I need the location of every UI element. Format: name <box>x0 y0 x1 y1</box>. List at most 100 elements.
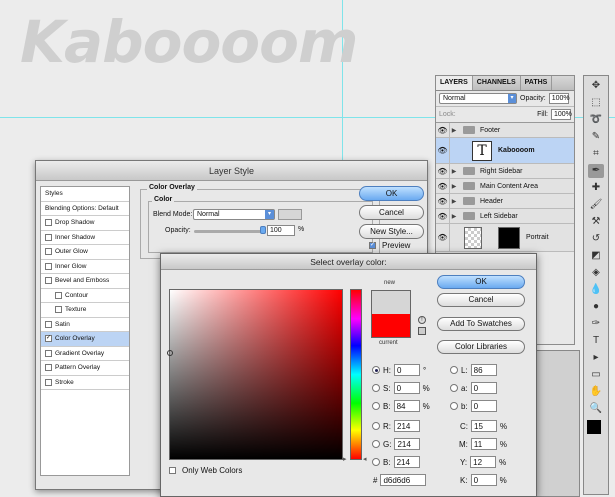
blur-tool-icon[interactable]: 💧 <box>588 283 604 297</box>
a-channel-input[interactable]: 0 <box>470 382 497 394</box>
disclosure-triangle-icon[interactable]: ▶ <box>450 183 458 190</box>
zoom-tool-icon[interactable]: 🔍 <box>588 402 604 416</box>
b-channel-radio[interactable] <box>450 402 458 410</box>
hex-input[interactable]: d6d6d6 <box>380 474 427 486</box>
tab-paths[interactable]: PATHS <box>521 76 553 90</box>
eye-icon[interactable]: 👁 <box>436 179 450 193</box>
layer-row[interactable]: 👁 ▶ Footer <box>436 123 574 138</box>
checkbox[interactable] <box>45 320 52 328</box>
hand-tool-icon[interactable]: ✋ <box>588 385 604 399</box>
preview-toggle[interactable]: ✓ Preview <box>369 241 410 250</box>
eye-icon[interactable]: 👁 <box>436 164 450 178</box>
layer-opacity-input[interactable]: 100% <box>548 93 570 104</box>
style-item[interactable]: Satin <box>41 318 129 332</box>
layer-row[interactable]: 👁 ▶ Left Sidebar <box>436 209 574 224</box>
blue-input[interactable]: 214 <box>393 456 420 468</box>
eye-icon[interactable]: 👁 <box>436 123 450 137</box>
eraser-tool-icon[interactable]: ◩ <box>588 249 604 263</box>
checkbox[interactable] <box>45 378 52 386</box>
saturation-brightness-field[interactable] <box>167 289 343 460</box>
hue-slider-handle-right[interactable]: ◂ <box>363 455 367 463</box>
style-blending-options[interactable]: Blending Options: Default <box>41 202 129 216</box>
style-item[interactable]: Drop Shadow <box>41 216 129 231</box>
red-input[interactable]: 214 <box>394 420 420 432</box>
checkbox[interactable] <box>45 219 52 227</box>
saturation-input[interactable]: 0 <box>393 382 420 394</box>
lightness-input[interactable]: 86 <box>470 364 497 376</box>
red-radio[interactable] <box>372 422 380 430</box>
style-item[interactable]: Gradient Overlay <box>41 347 129 361</box>
disclosure-triangle-icon[interactable]: ▶ <box>450 198 458 205</box>
move-tool-icon[interactable]: ✥ <box>588 79 604 93</box>
style-list-header[interactable]: Styles <box>41 187 129 202</box>
path-select-icon[interactable]: ▸ <box>588 351 604 365</box>
bucket-tool-icon[interactable]: ◈ <box>588 266 604 280</box>
gamut-warning-icon[interactable]: ! <box>418 316 426 324</box>
tab-channels[interactable]: CHANNELS <box>473 76 521 90</box>
marquee-tool-icon[interactable]: ⬚ <box>588 96 604 110</box>
ok-button[interactable]: OK <box>437 275 525 289</box>
current-color-swatch[interactable] <box>372 314 410 337</box>
layer-row[interactable]: 👁 ▶ Header <box>436 194 574 209</box>
checkbox[interactable] <box>55 306 62 314</box>
brightness-radio[interactable] <box>372 402 380 410</box>
green-radio[interactable] <box>372 440 380 448</box>
only-web-colors-checkbox[interactable] <box>169 467 176 474</box>
b-channel-input[interactable]: 0 <box>470 400 497 412</box>
style-item[interactable]: Texture <box>41 303 129 318</box>
brightness-input[interactable]: 84 <box>393 400 420 412</box>
style-item[interactable]: Inner Shadow <box>41 231 129 245</box>
yellow-input[interactable]: 12 <box>470 456 497 468</box>
hue-slider-handle-left[interactable]: ▸ <box>343 455 347 463</box>
only-web-colors-toggle[interactable]: Only Web Colors <box>169 466 242 475</box>
dodge-tool-icon[interactable]: ● <box>588 300 604 314</box>
foreground-color-swatch[interactable] <box>587 420 601 434</box>
magenta-input[interactable]: 11 <box>470 438 497 450</box>
layer-row[interactable]: 👁 ▶ Main Content Area <box>436 179 574 194</box>
checkbox-checked[interactable]: ✓ <box>45 335 52 343</box>
stamp-tool-icon[interactable]: ⚒ <box>588 215 604 229</box>
saturation-radio[interactable] <box>372 384 380 392</box>
a-channel-radio[interactable] <box>450 384 458 392</box>
quick-select-tool-icon[interactable]: ✎ <box>588 130 604 144</box>
new-style-button[interactable]: New Style... <box>359 224 424 239</box>
eye-icon[interactable]: 👁 <box>436 194 450 208</box>
cancel-button[interactable]: Cancel <box>437 293 525 307</box>
eye-icon[interactable]: 👁 <box>436 224 450 251</box>
style-item[interactable]: Outer Glow <box>41 245 129 260</box>
type-tool-icon[interactable]: T <box>588 334 604 348</box>
style-item[interactable]: Bevel and Emboss <box>41 274 129 289</box>
checkbox[interactable] <box>45 248 52 256</box>
healing-brush-icon[interactable]: ✚ <box>588 181 604 195</box>
disclosure-triangle-icon[interactable]: ▶ <box>450 168 458 175</box>
checkbox[interactable] <box>55 291 62 299</box>
style-item[interactable]: Pattern Overlay <box>41 361 129 376</box>
opacity-slider[interactable] <box>194 230 264 233</box>
black-input[interactable]: 0 <box>470 474 497 486</box>
layer-row[interactable]: 👁 Portrait <box>436 224 574 252</box>
checkbox[interactable] <box>45 349 52 357</box>
style-item[interactable]: Contour <box>41 289 129 303</box>
style-item-selected[interactable]: ✓ Color Overlay <box>41 332 129 347</box>
overlay-color-swatch[interactable] <box>278 209 302 220</box>
lightness-radio[interactable] <box>450 366 458 374</box>
hue-slider[interactable] <box>350 289 362 460</box>
layer-row[interactable]: 👁 ▶ Right Sidebar <box>436 164 574 179</box>
color-libraries-button[interactable]: Color Libraries <box>437 340 525 354</box>
shape-tool-icon[interactable]: ▭ <box>588 368 604 382</box>
layer-fill-input[interactable]: 100% <box>551 109 572 120</box>
eyedropper-tool-icon[interactable]: ✒ <box>588 164 604 178</box>
history-brush-icon[interactable]: ↺ <box>588 232 604 246</box>
tab-layers[interactable]: LAYERS <box>436 76 473 90</box>
hue-radio[interactable] <box>372 366 380 374</box>
add-to-swatches-button[interactable]: Add To Swatches <box>437 317 525 331</box>
disclosure-triangle-icon[interactable]: ▶ <box>450 127 458 134</box>
cyan-input[interactable]: 15 <box>471 420 497 432</box>
checkbox[interactable] <box>45 277 52 285</box>
checkbox[interactable] <box>45 262 52 270</box>
crop-tool-icon[interactable]: ⌗ <box>588 147 604 161</box>
opacity-slider-handle[interactable] <box>260 226 266 234</box>
blue-radio[interactable] <box>372 458 380 466</box>
checkbox[interactable] <box>45 364 52 372</box>
hue-input[interactable]: 0 <box>394 364 420 376</box>
